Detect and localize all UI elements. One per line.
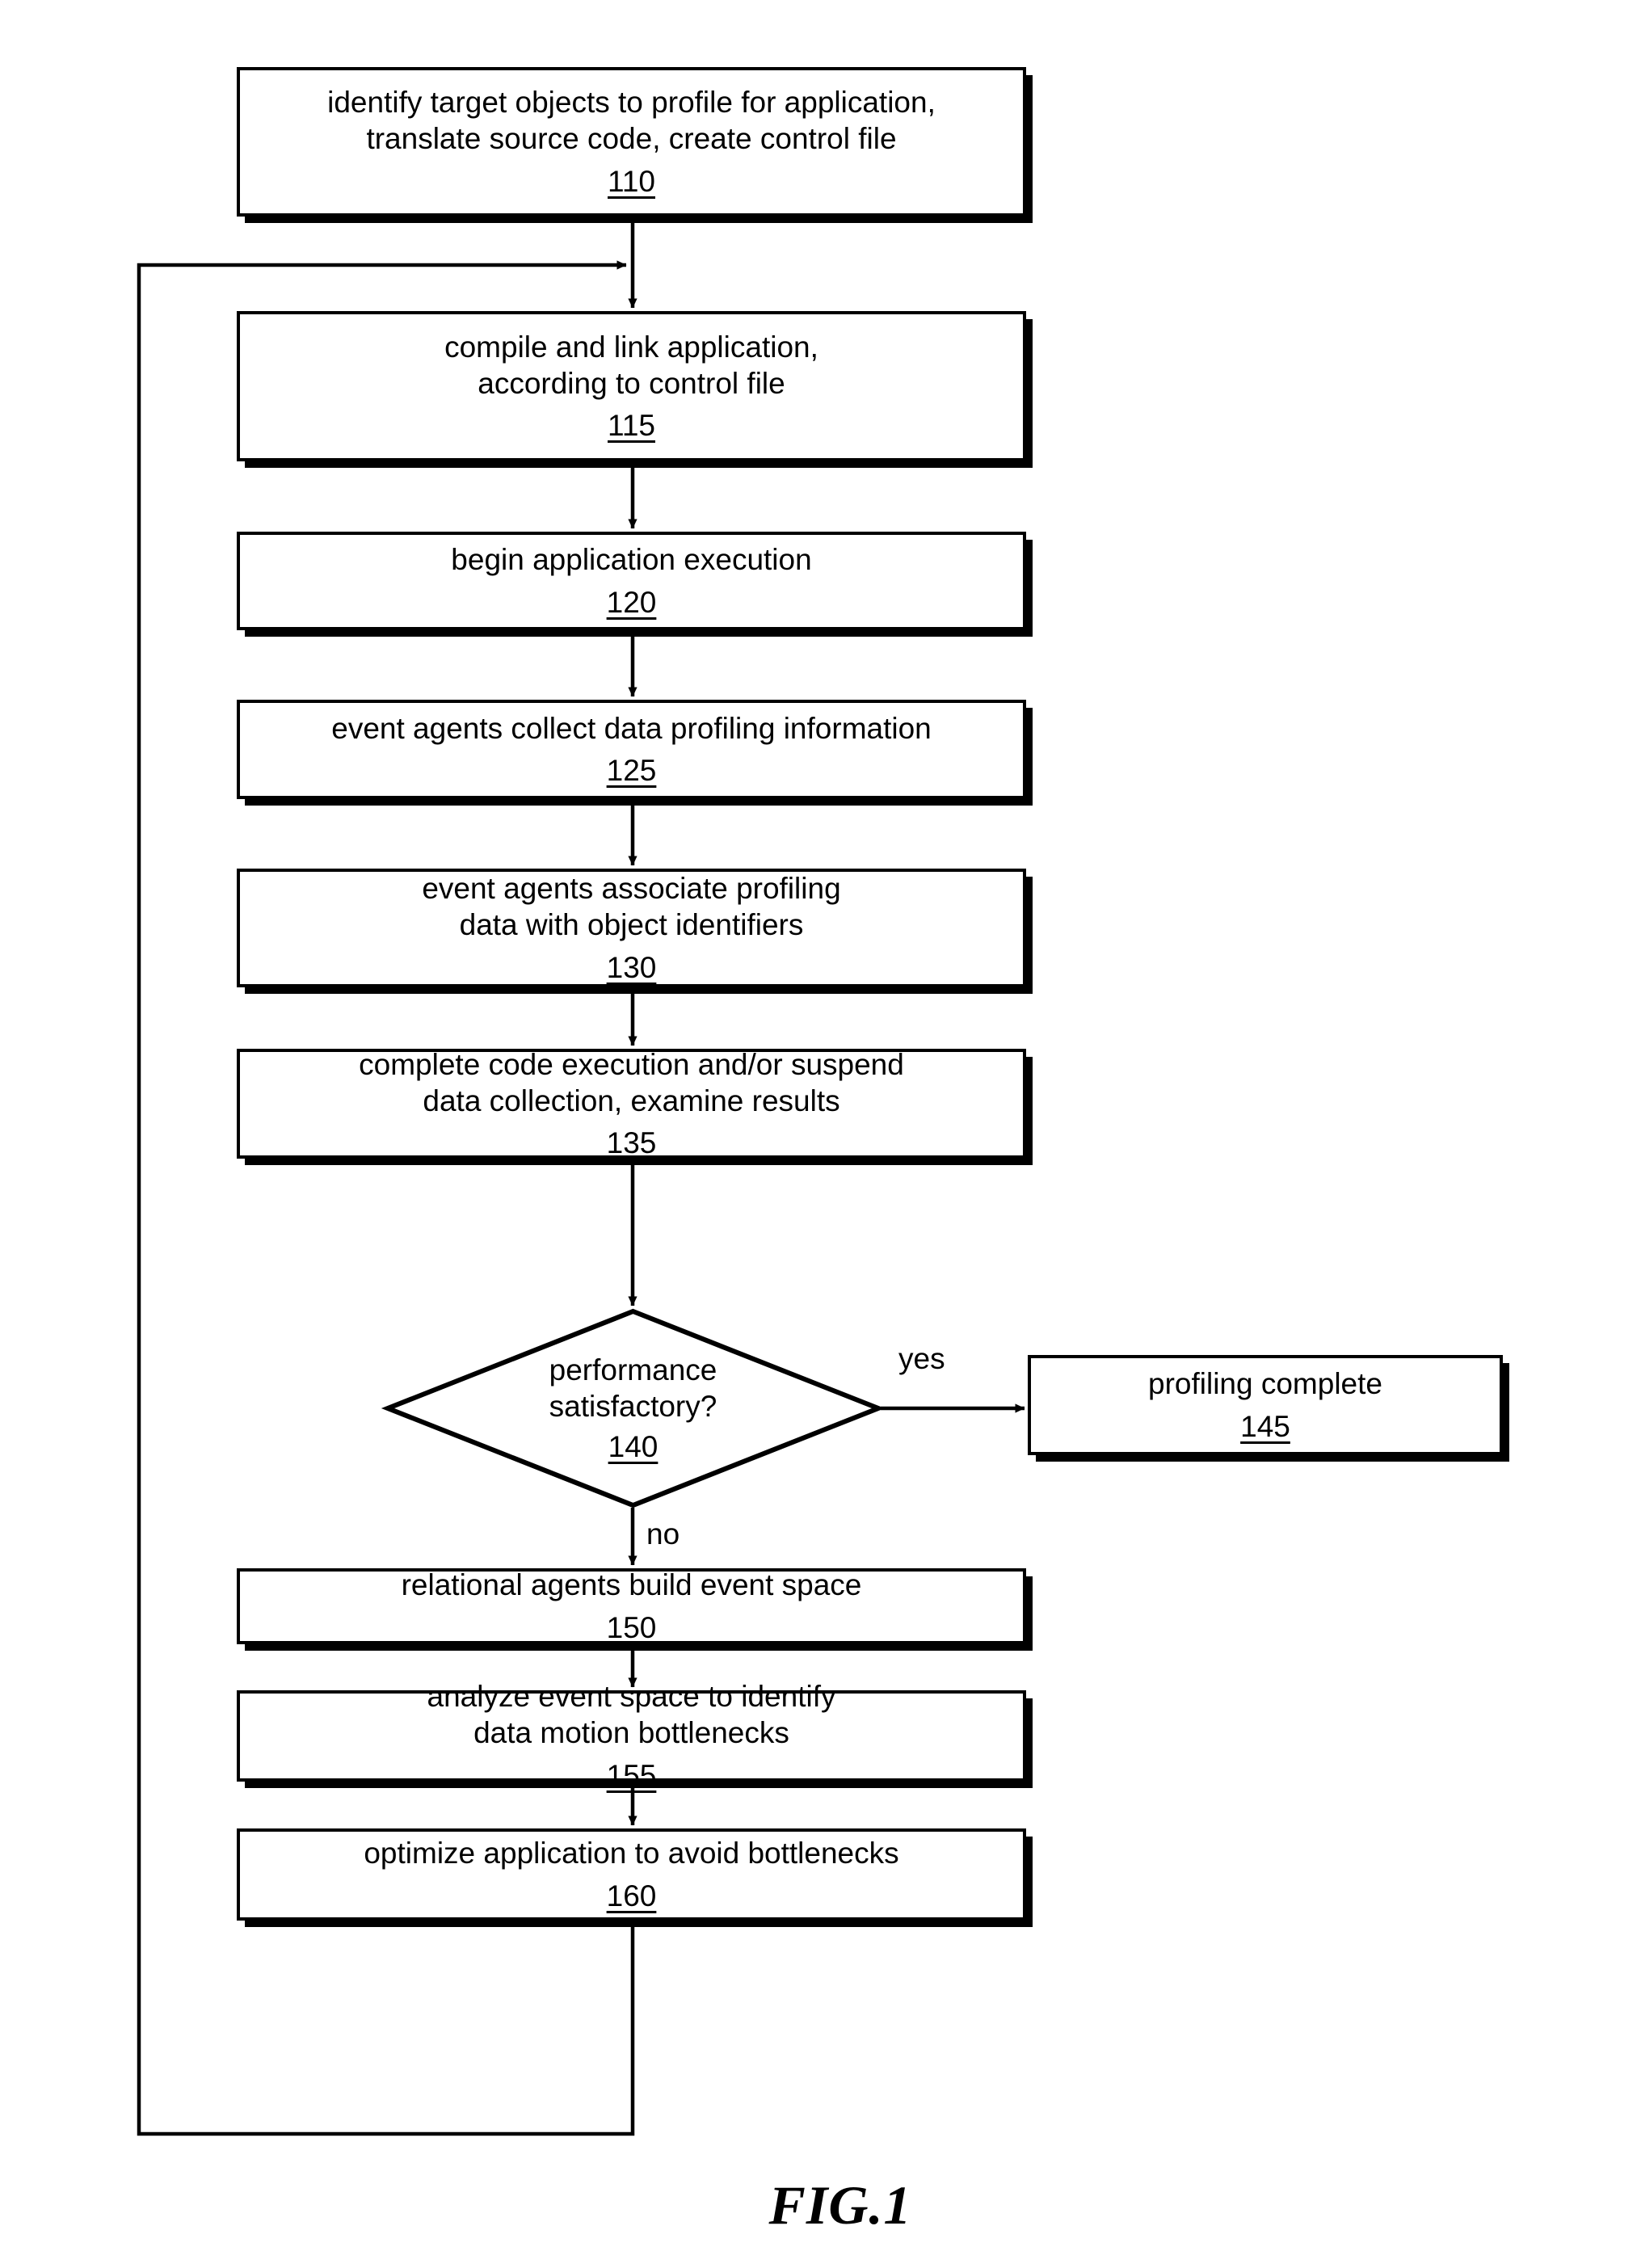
node-115-line-2: according to control file [478,366,785,400]
node-110-line-2: translate source code, create control fi… [366,122,897,156]
diamond-shape [381,1308,886,1508]
process-node-155[interactable]: analyze event space to identify data mot… [237,1680,1026,1792]
process-node-135[interactable]: complete code execution and/or suspend d… [237,1047,1026,1160]
node-115-ref: 115 [608,409,655,443]
node-125-ref: 125 [606,754,657,787]
figure-caption: FIG.1 [768,2174,912,2236]
node-155-ref: 155 [606,1758,657,1792]
node-150-line-1: relational agents build event space [401,1568,862,1602]
edge-label-yes: yes [898,1342,945,1375]
process-node-125[interactable]: event agents collect data profiling info… [237,700,1026,799]
decision-node-140[interactable]: performance satisfactory? 140 [381,1308,886,1508]
node-130-line-1: event agents associate profiling [422,872,841,906]
node-135-line-2: data collection, examine results [423,1084,840,1117]
node-155-line-2: data motion bottlenecks [473,1716,789,1750]
node-120-line-1: begin application execution [451,543,812,577]
process-node-130[interactable]: event agents associate profiling data wi… [237,869,1026,987]
process-node-160[interactable]: optimize application to avoid bottleneck… [237,1828,1026,1921]
node-110-line-1: identify target objects to profile for a… [327,86,936,120]
node-135-ref: 135 [606,1126,657,1160]
node-155-line-1: analyze event space to identify [427,1680,836,1714]
node-125-line-1: event agents collect data profiling info… [331,711,932,745]
node-160-ref: 160 [606,1879,657,1912]
process-node-150[interactable]: relational agents build event space 150 [237,1568,1026,1644]
process-node-110[interactable]: identify target objects to profile for a… [237,67,1026,217]
node-150-ref: 150 [606,1610,657,1644]
node-135-line-1: complete code execution and/or suspend [359,1047,904,1081]
patent-figure-page: identify target objects to profile for a… [0,0,1641,2268]
node-115-line-1: compile and link application, [444,330,818,364]
node-110-ref: 110 [608,164,655,198]
process-node-115[interactable]: compile and link application, according … [237,311,1026,461]
edge-label-no: no [646,1517,680,1551]
process-node-145[interactable]: profiling complete 145 [1028,1355,1503,1455]
node-160-line-1: optimize application to avoid bottleneck… [364,1837,899,1870]
process-node-120[interactable]: begin application execution 120 [237,532,1026,630]
node-130-ref: 130 [606,950,657,984]
node-145-line-1: profiling complete [1148,1367,1382,1401]
node-130-line-2: data with object identifiers [459,908,804,942]
node-145-ref: 145 [1240,1409,1290,1443]
node-120-ref: 120 [606,585,657,619]
